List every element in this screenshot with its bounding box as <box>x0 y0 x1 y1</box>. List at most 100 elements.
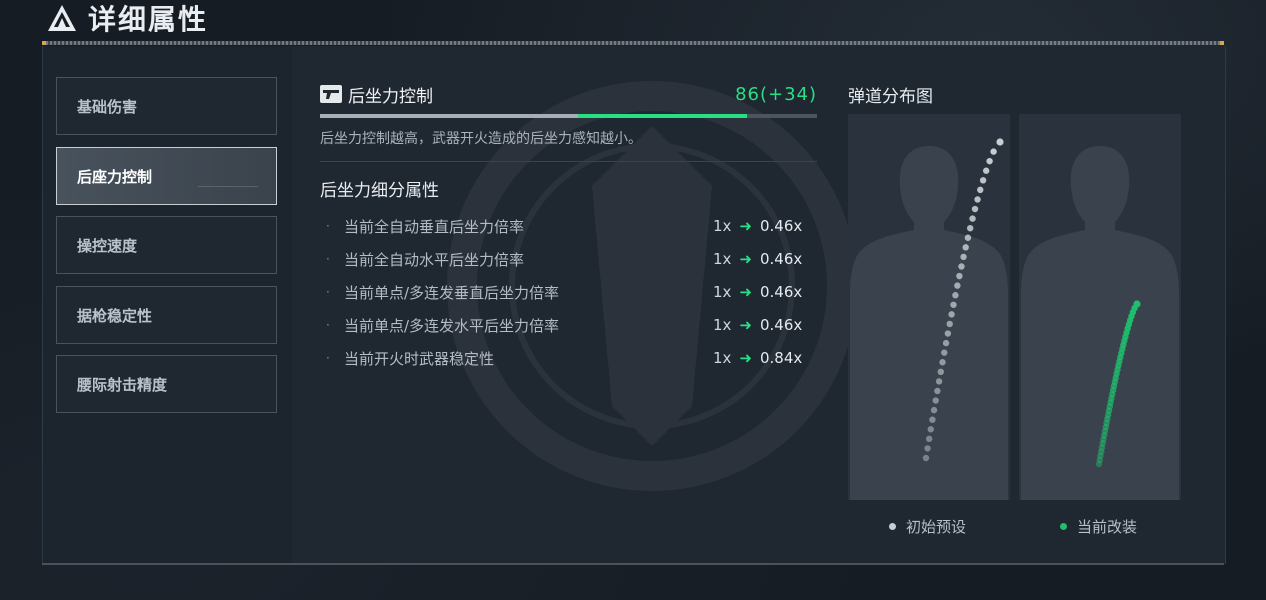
bullet: · <box>326 219 330 233</box>
bullet-dot <box>948 311 955 318</box>
active-decoration <box>198 186 258 187</box>
attribute-to: 0.46x <box>760 217 803 235</box>
panel-bottom-border <box>42 563 1224 565</box>
sidebar-item-label: 据枪稳定性 <box>77 306 153 325</box>
trajectory-current-dots <box>1095 300 1141 468</box>
bullet-dot <box>979 177 987 184</box>
pistol-icon <box>320 85 342 103</box>
sidebar-item-base-damage[interactable]: 基础伤害 <box>56 77 277 135</box>
bullet-dot <box>937 368 944 376</box>
bullet-dot <box>1133 300 1141 308</box>
attribute-row: · 当前单点/多连发水平后坐力倍率 1x ➜ 0.46x <box>326 315 806 335</box>
bullet-dot <box>990 148 997 155</box>
sub-section-title: 后坐力细分属性 <box>320 181 439 201</box>
sidebar-item-label: 操控速度 <box>77 236 138 255</box>
arrow-right-icon: ➜ <box>739 217 752 235</box>
bullet-dot <box>954 282 961 289</box>
bullet-dot <box>941 349 948 356</box>
stat-name: 后坐力控制 <box>348 86 433 107</box>
attribute-to: 0.46x <box>760 283 803 301</box>
bullet-dot <box>932 397 939 404</box>
sidebar-item-label: 腰际射击精度 <box>77 375 168 394</box>
divider-accent-right <box>1220 41 1224 45</box>
sidebar-item-label: 后座力控制 <box>77 167 153 186</box>
bullet-dot <box>960 253 967 261</box>
bullet-dot <box>930 406 938 414</box>
attribute-from: 1x <box>713 283 732 301</box>
legend-label: 当前改装 <box>1077 518 1138 536</box>
page-header: 详细属性 <box>46 0 208 36</box>
legend-dot-default <box>889 523 896 530</box>
attribute-label: 当前单点/多连发水平后坐力倍率 <box>344 316 560 335</box>
attribute-from: 1x <box>713 217 732 235</box>
bullet-dot <box>958 263 965 270</box>
bullet: · <box>326 318 330 332</box>
bullet-dot <box>942 339 950 347</box>
bullet-dot <box>944 330 952 337</box>
section-divider <box>320 161 817 162</box>
bullet-dot <box>927 426 934 433</box>
sidebar-item-recoil-control[interactable]: 后座力控制 <box>56 147 277 205</box>
stat-bar-boost <box>578 114 748 118</box>
bullet: · <box>326 285 330 299</box>
arrow-right-icon: ➜ <box>739 349 752 367</box>
bullet-dot <box>950 301 957 308</box>
sidebar-item-label: 基础伤害 <box>77 97 138 116</box>
stat-header: 后坐力控制 86(+34) <box>320 82 817 107</box>
attribute-row: · 当前全自动水平后坐力倍率 1x ➜ 0.46x <box>326 249 806 269</box>
stat-value: 86(+34) <box>735 83 817 105</box>
bullet: · <box>326 351 330 365</box>
bullet-dot <box>946 320 953 328</box>
stat-description: 后坐力控制越高，武器开火造成的后坐力感知越小。 <box>320 131 642 147</box>
bullet-dot <box>956 272 963 280</box>
triangle-logo-icon <box>48 5 76 31</box>
bullet-dot <box>982 167 990 174</box>
attribute-from: 1x <box>713 349 732 367</box>
bullet-dot <box>974 196 981 203</box>
bullet: · <box>326 252 330 266</box>
attribute-from: 1x <box>713 316 732 334</box>
bullet-dot <box>925 435 933 443</box>
attribute-row: · 当前全自动垂直后坐力倍率 1x ➜ 0.46x <box>326 216 806 236</box>
attribute-row: · 当前单点/多连发垂直后坐力倍率 1x ➜ 0.46x <box>326 282 806 302</box>
sidebar-item-hipfire-accuracy[interactable]: 腰际射击精度 <box>56 355 277 413</box>
bullet-dot <box>966 224 974 232</box>
legend-label: 初始预设 <box>906 518 967 536</box>
trajectory-title: 弹道分布图 <box>848 87 933 107</box>
attribute-label: 当前开火时武器稳定性 <box>344 349 495 368</box>
header-divider <box>42 41 1224 45</box>
bullet-dot <box>969 215 976 222</box>
bullet-dot <box>939 359 946 366</box>
stat-bar-base <box>320 114 579 118</box>
bullet-dot <box>952 292 959 299</box>
bullet-dot <box>986 157 993 165</box>
bullet-dot <box>964 234 972 241</box>
bullet-dot <box>924 445 931 452</box>
attribute-from: 1x <box>713 250 732 268</box>
sidebar-item-handling-speed[interactable]: 操控速度 <box>56 216 277 274</box>
attribute-sidebar: 基础伤害 后座力控制 操控速度 据枪稳定性 腰际射击精度 <box>43 46 292 564</box>
arrow-right-icon: ➜ <box>739 316 752 334</box>
attribute-to: 0.84x <box>760 349 803 367</box>
trajectory-default-dots <box>922 138 1004 462</box>
trajectory-current-panel <box>1019 114 1181 500</box>
legend-dot-current <box>1060 523 1067 530</box>
attribute-to: 0.46x <box>760 250 803 268</box>
legend-default: 初始预设 <box>889 516 966 537</box>
bullet-dot <box>996 138 1004 146</box>
sidebar-item-aim-stability[interactable]: 据枪稳定性 <box>56 286 277 344</box>
attribute-content: 后坐力控制 86(+34) 后坐力控制越高，武器开火造成的后坐力感知越小。 后坐… <box>292 46 1225 564</box>
bullet-dot <box>922 454 930 462</box>
bullet-dot <box>935 378 943 385</box>
arrow-right-icon: ➜ <box>739 283 752 301</box>
bullet-dot <box>929 416 936 423</box>
attribute-label: 当前全自动垂直后坐力倍率 <box>344 217 525 236</box>
stat-progress-bar <box>320 114 817 118</box>
attribute-label: 当前单点/多连发垂直后坐力倍率 <box>344 283 560 302</box>
attribute-label: 当前全自动水平后坐力倍率 <box>344 250 525 269</box>
detail-panel: 基础伤害 后座力控制 操控速度 据枪稳定性 腰际射击精度 后坐力控制 86(+3… <box>42 46 1226 564</box>
page-title: 详细属性 <box>88 3 209 36</box>
bullet-dot <box>934 387 941 395</box>
bullet-dot <box>962 244 969 251</box>
arrow-right-icon: ➜ <box>739 250 752 268</box>
